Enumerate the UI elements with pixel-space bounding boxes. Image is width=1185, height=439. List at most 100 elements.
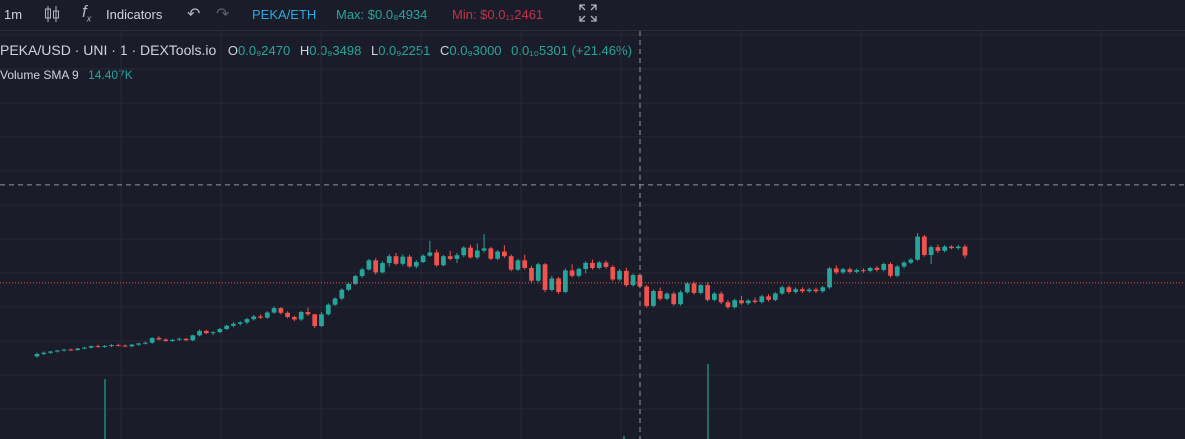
price-chart[interactable] (0, 31, 1185, 439)
candle-body (549, 278, 555, 291)
candle-body (739, 300, 744, 304)
candle-body (535, 264, 541, 281)
candle-body (502, 251, 507, 257)
candle-body (88, 346, 94, 348)
candle-body (495, 251, 500, 259)
candle-body (569, 270, 575, 276)
candle-body (691, 283, 697, 293)
candle-body (75, 348, 81, 351)
candle-body (610, 266, 616, 280)
candle-body (149, 338, 155, 343)
candle-body (102, 345, 108, 347)
candle-body (644, 286, 650, 306)
candle-body (34, 353, 40, 357)
candle-body (393, 256, 399, 264)
candle-body (759, 296, 765, 303)
candle-body (915, 236, 920, 260)
fullscreen-icon[interactable] (579, 4, 597, 22)
candle-body (407, 256, 412, 267)
candle-body (562, 270, 568, 292)
candle-body (515, 260, 521, 270)
candle-body (684, 283, 690, 293)
candle-body (935, 247, 941, 251)
candle-body (224, 325, 230, 329)
candle-body (732, 300, 738, 308)
candle-body (881, 264, 887, 270)
candle-body (745, 300, 751, 304)
candle-body (461, 247, 467, 256)
candle-body (752, 300, 758, 303)
candle-body (400, 256, 406, 264)
candle-body (82, 347, 87, 349)
candle-body (806, 289, 812, 292)
candle-body (441, 256, 446, 266)
candle-body (854, 270, 859, 272)
candle-body (901, 262, 907, 267)
candle-body (651, 290, 656, 306)
candle-body (183, 338, 189, 341)
interval-button[interactable]: 1m (4, 6, 22, 24)
candle-body (888, 264, 893, 276)
candle-body (244, 319, 250, 323)
candle-body (576, 268, 582, 276)
candle-body (928, 247, 934, 255)
candle-body (840, 269, 846, 273)
candle-body (962, 246, 968, 256)
candle-body (542, 264, 548, 291)
function-icon[interactable]: fx (82, 3, 91, 24)
candle-body (942, 246, 948, 251)
candle-body (48, 351, 53, 353)
candle-body (847, 269, 853, 272)
candle-body (54, 350, 60, 352)
candle-body (95, 346, 101, 348)
candle-body (725, 302, 731, 308)
candle-body (474, 250, 480, 258)
candle-body (305, 312, 311, 315)
candle-body (413, 262, 419, 267)
candle-body (163, 339, 169, 341)
candle-body (176, 338, 182, 340)
pair-eth-link[interactable]: PEKA/ETH (252, 6, 316, 24)
candle-body (359, 269, 365, 277)
candle-body (122, 345, 128, 347)
candle-body (447, 256, 453, 259)
candle-body (718, 293, 724, 303)
candle-body (366, 260, 372, 270)
candle-body (508, 256, 514, 270)
candle-body (170, 339, 175, 341)
candle-body (346, 283, 351, 290)
volume-bar (707, 364, 709, 439)
candle-body (583, 262, 589, 269)
candle-body (590, 262, 595, 268)
candle-body (820, 287, 826, 292)
candle-body (292, 316, 297, 320)
candle-body (603, 262, 609, 267)
candle-body (339, 289, 345, 299)
candle-body (481, 248, 487, 251)
candle-body (921, 236, 927, 255)
candlestick-icon[interactable] (44, 4, 60, 22)
candle-body (217, 328, 223, 333)
candle-body (41, 352, 47, 354)
candle-body (278, 308, 284, 313)
candle-body (434, 252, 440, 266)
min-price: Min: $0.0₁₁2461 (452, 7, 544, 22)
candle-body (793, 289, 799, 292)
candle-body (908, 259, 914, 263)
candle-body (156, 338, 162, 340)
volume-bar (104, 379, 106, 439)
candle-body (949, 246, 954, 249)
candle-body (420, 255, 426, 263)
candle-body (264, 312, 270, 318)
candle-body (210, 332, 216, 334)
candle-body (833, 268, 839, 273)
candle-body (136, 343, 141, 345)
candle-body (285, 312, 290, 317)
redo-icon[interactable]: ↷ (216, 6, 229, 24)
candle-body (231, 323, 236, 326)
candle-body (657, 290, 663, 299)
candle-body (325, 304, 331, 315)
undo-icon[interactable]: ↶ (187, 6, 200, 24)
indicators-button[interactable]: Indicators (106, 6, 162, 24)
candle-body (129, 344, 135, 347)
